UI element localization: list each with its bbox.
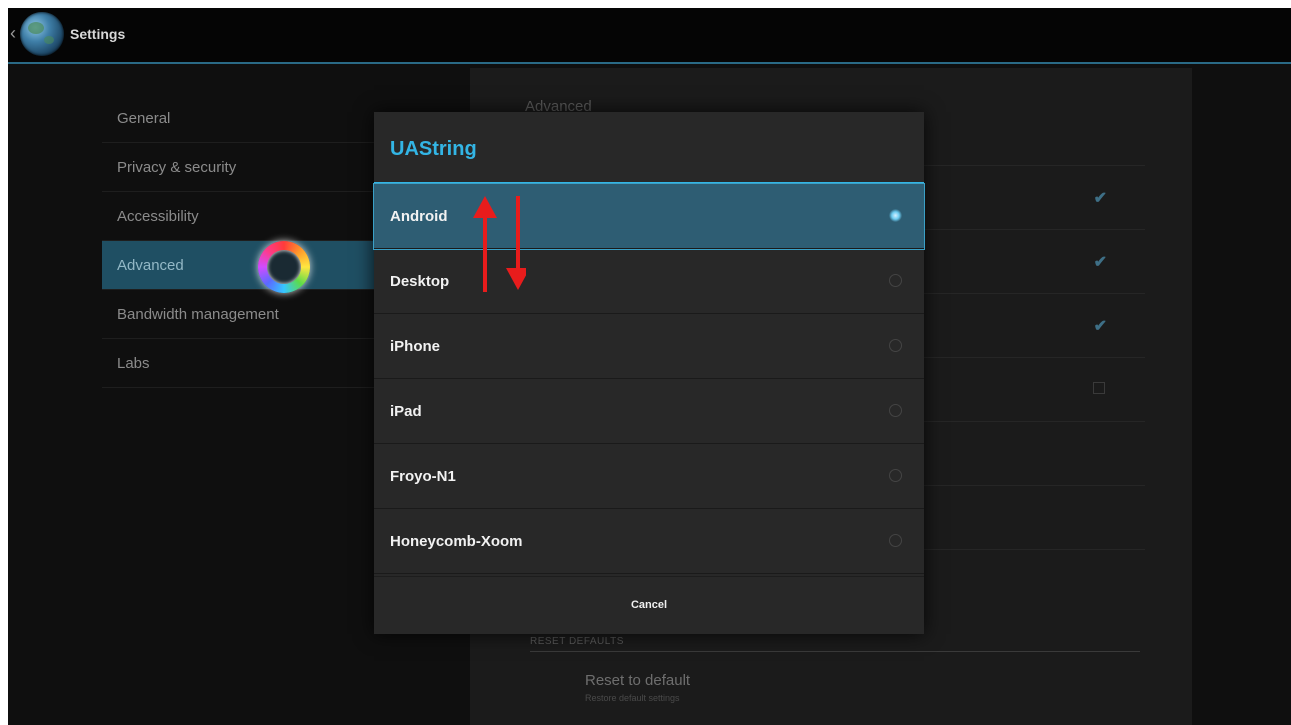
up-arrowhead-icon — [473, 196, 497, 218]
back-chevron-icon[interactable]: ‹ — [10, 23, 16, 44]
option-iphone[interactable]: iPhone — [374, 314, 924, 379]
radio-selected-icon[interactable] — [889, 209, 902, 222]
uastring-dialog: UAString Android Desktop iPhone iPad Fro… — [373, 112, 925, 634]
checkbox-icon[interactable] — [1093, 382, 1105, 394]
reset-defaults-header: RESET DEFAULTS — [530, 636, 1140, 652]
radio-icon[interactable] — [889, 469, 902, 482]
down-arrowhead-icon — [506, 268, 526, 290]
category-label: Bandwidth management — [117, 306, 279, 323]
focus-cursor-ring-icon — [258, 241, 310, 293]
cancel-button[interactable]: Cancel — [374, 576, 924, 634]
option-ipad[interactable]: iPad — [374, 379, 924, 444]
option-label: Honeycomb-Xoom — [390, 533, 523, 550]
category-label: General — [117, 110, 171, 127]
category-label: Advanced — [117, 257, 184, 274]
checkmark-icon[interactable]: ✔ — [1094, 252, 1107, 272]
category-label: Privacy & security — [117, 159, 237, 176]
radio-icon[interactable] — [889, 274, 902, 287]
app-title: Settings — [70, 26, 126, 42]
screen: ‹ Settings General Privacy & security Ac… — [8, 8, 1291, 725]
category-label: Labs — [117, 355, 150, 372]
reset-title: Reset to default — [585, 672, 691, 689]
option-android[interactable]: Android — [373, 183, 925, 250]
option-label: iPhone — [390, 338, 441, 355]
globe-app-icon[interactable] — [20, 12, 64, 56]
option-label: Desktop — [390, 273, 450, 290]
radio-icon[interactable] — [889, 404, 902, 417]
option-label: Android — [390, 208, 448, 225]
dialog-title: UAString — [390, 138, 477, 160]
option-honeycomb-xoom[interactable]: Honeycomb-Xoom — [374, 509, 924, 574]
category-label: Accessibility — [117, 208, 199, 225]
option-froyo-n1[interactable]: Froyo-N1 — [374, 444, 924, 509]
option-list: Android Desktop iPhone iPad Froyo-N1 Hon… — [373, 183, 925, 574]
checkmark-icon[interactable]: ✔ — [1094, 316, 1107, 336]
option-label: iPad — [390, 403, 422, 420]
option-label: Froyo-N1 — [390, 468, 456, 485]
radio-icon[interactable] — [889, 339, 902, 352]
up-down-arrows-icon — [473, 196, 526, 292]
action-bar: ‹ Settings — [8, 8, 1291, 64]
radio-icon[interactable] — [889, 534, 902, 547]
reset-subtitle: Restore default settings — [585, 693, 680, 703]
option-desktop[interactable]: Desktop — [374, 249, 924, 314]
checkmark-icon[interactable]: ✔ — [1094, 188, 1107, 208]
